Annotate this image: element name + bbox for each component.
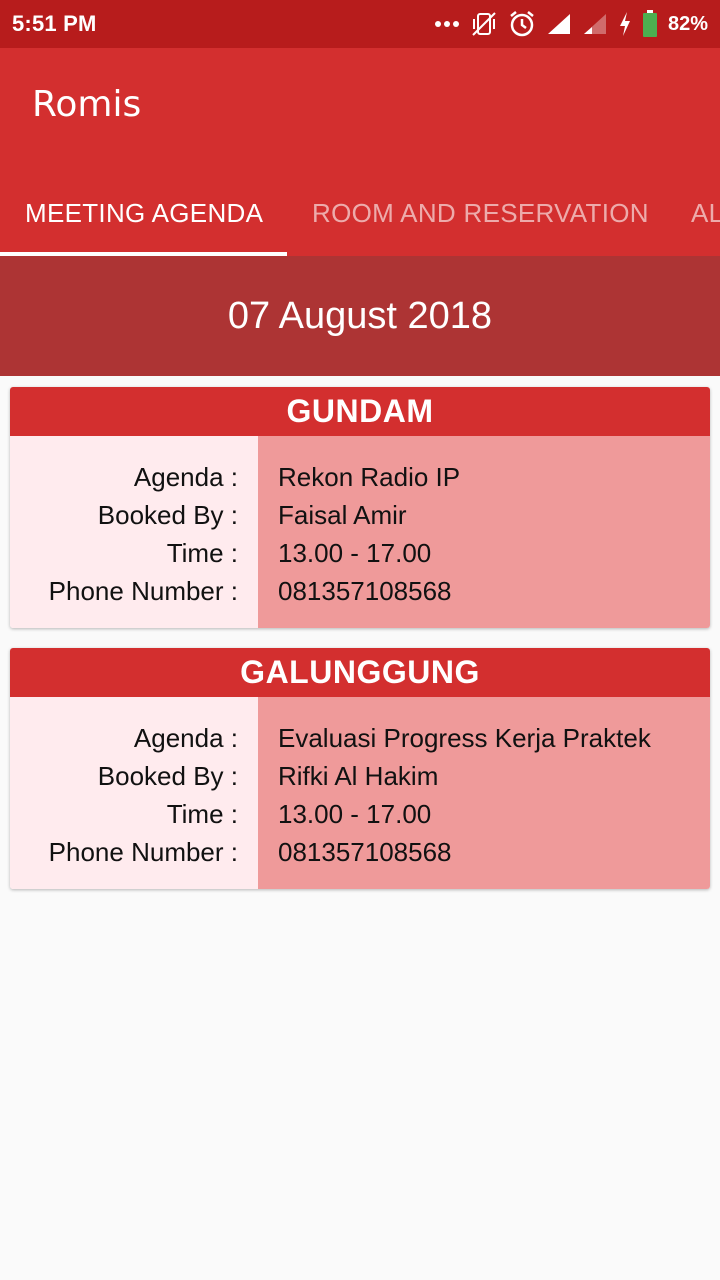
phone-label: Phone Number : [48,576,238,606]
alarm-icon [508,10,536,38]
vibrate-off-icon [470,11,498,37]
agenda-value: Evaluasi Progress Kerja Praktek [278,723,651,753]
charging-icon [618,11,632,37]
battery-icon [642,10,658,38]
phone-label: Phone Number : [48,837,238,867]
field-values: Evaluasi Progress Kerja Praktek Rifki Al… [258,697,710,889]
field-labels: Agenda : Booked By : Time : Phone Number… [10,436,258,628]
meeting-details: Agenda : Booked By : Time : Phone Number… [10,697,710,889]
booked-by-label: Booked By : [97,500,238,530]
booked-by-value: Rifki Al Hakim [278,761,439,791]
time-label: Time : [166,538,238,568]
signal-weak-icon [582,12,608,36]
phone-value: 081357108568 [278,837,452,867]
app-bar: Romis MEETING AGENDA ROOM AND RESERVATIO… [0,48,720,256]
tab-bar: MEETING AGENDA ROOM AND RESERVATION AL [0,170,720,256]
meeting-card[interactable]: GUNDAM Agenda : Booked By : Time : Phone… [10,387,710,628]
room-name: GALUNGGUNG [10,648,710,697]
battery-percentage: 82% [667,12,708,35]
field-labels: Agenda : Booked By : Time : Phone Number… [10,697,258,889]
meeting-details: Agenda : Booked By : Time : Phone Number… [10,436,710,628]
date-banner: 07 August 2018 [0,256,720,376]
agenda-label: Agenda : [133,723,238,753]
more-dots-icon [434,19,460,29]
time-value: 13.00 - 17.00 [278,799,432,829]
app-title: Romis [32,84,142,125]
booked-by-label: Booked By : [97,761,238,791]
status-time: 5:51 PM [12,11,97,36]
room-name: GUNDAM [10,387,710,436]
status-bar: 5:51 PM 82% [0,0,720,48]
tab-all[interactable]: AL [691,170,720,256]
time-value: 13.00 - 17.00 [278,538,432,568]
agenda-label: Agenda : [133,462,238,492]
booked-by-value: Faisal Amir [278,500,407,530]
tab-meeting-agenda[interactable]: MEETING AGENDA [25,170,263,256]
agenda-value: Rekon Radio IP [278,462,461,492]
tab-room-and-reservation[interactable]: ROOM AND RESERVATION [312,170,649,256]
phone-value: 081357108568 [278,576,452,606]
field-values: Rekon Radio IP Faisal Amir 13.00 - 17.00… [258,436,710,628]
time-label: Time : [166,799,238,829]
meeting-card[interactable]: GALUNGGUNG Agenda : Booked By : Time : P… [10,648,710,889]
signal-icon [546,12,572,36]
status-icons: 82% [434,10,708,38]
